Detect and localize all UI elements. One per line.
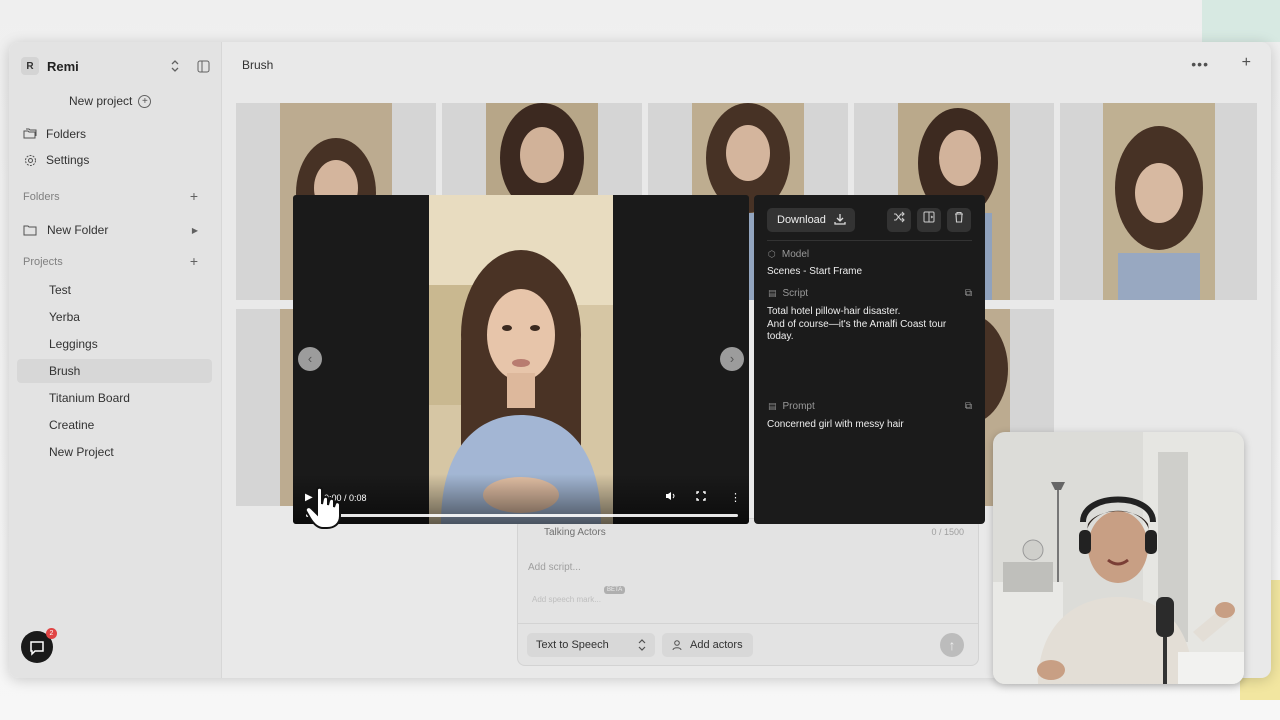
model-label-row: ⬡ Model [768,249,809,260]
hand-cursor-icon [305,486,341,529]
prompt-label-row: ▤ Prompt [768,401,815,412]
webcam-overlay [993,432,1244,684]
video-progress-track[interactable] [306,514,738,517]
script-label-row: ▤ Script [768,288,808,299]
notification-badge: 2 [46,628,57,639]
cube-icon: ⬡ [768,249,776,259]
video-controls: ▶ 0:00 / 0:08 ⋮ [293,474,749,524]
download-button[interactable]: Download [767,208,855,232]
script-text: Total hotel pillow-hair disaster. And of… [767,306,972,344]
trash-icon [955,211,963,223]
more-vertical-icon[interactable]: ⋮ [730,491,741,504]
delete-button[interactable] [947,208,971,232]
video-player[interactable]: ‹ › ▶ 0:00 / 0:08 ⋮ [293,195,749,524]
script-line: And of course—it's the Amalfi Coast tour… [767,318,947,343]
details-panel: Download ⬡ Model Scenes - Start Frame ▤ … [754,195,985,524]
prompt-value: Concerned girl with messy hair [767,419,904,430]
prompt-label: Prompt [782,401,815,412]
chat-launcher-button[interactable]: 2 [21,628,57,663]
script-label: Script [782,288,809,299]
script-line: Total hotel pillow-hair disaster. [767,306,901,317]
previous-arrow-button[interactable]: ‹ [298,347,322,371]
download-icon [834,213,846,228]
document-icon: ▤ [768,401,777,411]
shuffle-button[interactable] [887,208,911,232]
extend-button[interactable] [917,208,941,232]
desktop-accent [1202,0,1280,42]
model-value: Scenes - Start Frame [767,266,863,277]
volume-icon[interactable] [665,491,676,504]
fullscreen-icon[interactable] [696,491,706,504]
document-icon: ▤ [768,288,777,298]
download-label: Download [777,214,826,226]
webcam-image [993,432,1244,684]
extend-icon [923,211,935,223]
model-label: Model [781,249,810,260]
next-arrow-button[interactable]: › [720,347,744,371]
shuffle-icon [894,211,905,223]
copy-prompt-icon[interactable]: ⧉ [965,401,972,412]
copy-script-icon[interactable]: ⧉ [965,288,972,299]
panel-divider [767,240,972,241]
